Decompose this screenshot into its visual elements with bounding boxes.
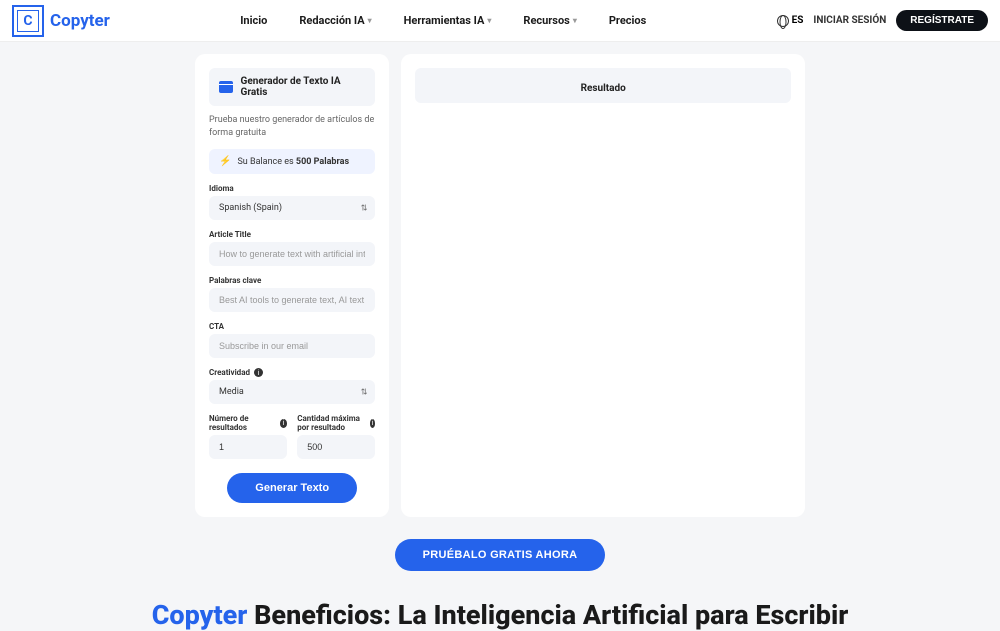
idioma-label: Idioma [209, 184, 375, 193]
info-icon[interactable]: i [280, 419, 288, 428]
main: Generador de Texto IA Gratis Prueba nues… [0, 42, 1000, 517]
results-input[interactable] [209, 435, 287, 459]
brand-name: Copyter [50, 11, 110, 31]
try-free-button[interactable]: PRUÉBALO GRATIS AHORA [395, 539, 606, 571]
max-group: Cantidad máxima por resultado i [297, 414, 375, 459]
chevron-down-icon: ▾ [487, 16, 491, 25]
results-row: Número de resultados i Cantidad máxima p… [209, 414, 375, 459]
article-title-group: Article Title [209, 230, 375, 266]
register-button[interactable]: REGÍSTRATE [896, 10, 988, 31]
logo-letter: C [17, 10, 39, 32]
benefits-heading: Copyter Beneficios: La Inteligencia Arti… [0, 599, 1000, 631]
header: C Copyter Inicio Redacción IA ▾ Herramien… [0, 0, 1000, 42]
nav-precios-label: Precios [609, 14, 646, 27]
max-label: Cantidad máxima por resultado [297, 414, 366, 432]
nav-herramientas-label: Herramientas IA [404, 14, 485, 27]
globe-icon [777, 15, 789, 27]
nav-recursos[interactable]: Recursos ▾ [523, 14, 576, 27]
generator-desc: Prueba nuestro generador de artículos de… [209, 114, 375, 139]
creativity-select[interactable]: Media [209, 380, 375, 404]
balance-text: Su Balance es 500 Palabras [237, 157, 349, 167]
nav-herramientas[interactable]: Herramientas IA▾ [404, 14, 492, 27]
nav-recursos-label: Recursos [523, 14, 569, 27]
nav-redaccion[interactable]: Redacción IA ▾ [299, 14, 371, 27]
chevron-down-icon: ▾ [368, 16, 372, 25]
article-title-input[interactable] [209, 242, 375, 266]
heading-brand: Copyter [152, 599, 248, 631]
generate-button[interactable]: Generar Texto [227, 473, 357, 503]
balance-box: ⚡ Su Balance es 500 Palabras [209, 149, 375, 174]
results-group: Número de resultados i [209, 414, 287, 459]
heading-rest: Beneficios: La Inteligencia Artificial p… [247, 599, 848, 631]
logo[interactable]: C Copyter [12, 5, 110, 37]
keywords-label: Palabras clave [209, 276, 375, 285]
nav: Inicio Redacción IA▾ Herramientas IA▾ Re… [240, 14, 646, 27]
nav-redaccion-label: Redacción IA [299, 14, 364, 27]
nav-precios[interactable]: Precios [609, 14, 646, 27]
logo-icon: C [12, 5, 44, 37]
nav-inicio-label: Inicio [240, 14, 267, 27]
keywords-input[interactable] [209, 288, 375, 312]
cta-section: PRUÉBALO GRATIS AHORA [0, 539, 1000, 571]
creativity-label: Creatividad [209, 368, 250, 377]
chevron-down-icon: ▾ [573, 16, 577, 25]
cta-group: CTA [209, 322, 375, 358]
lang-label: ES [792, 15, 804, 26]
results-label: Número de resultados [209, 414, 276, 432]
result-header: Resultado [415, 68, 791, 103]
cta-label: CTA [209, 322, 375, 331]
idioma-select[interactable]: Spanish (Spain) [209, 196, 375, 220]
generator-card: Generador de Texto IA Gratis Prueba nues… [195, 54, 389, 517]
lang-selector[interactable]: ES [777, 15, 804, 27]
generator-title: Generador de Texto IA Gratis [241, 76, 366, 98]
header-right: ES INICIAR SESIÓN REGÍSTRATE [777, 10, 988, 31]
window-icon [219, 81, 233, 93]
info-icon[interactable]: i [370, 419, 376, 428]
max-input[interactable] [297, 435, 375, 459]
info-icon[interactable]: i [254, 368, 263, 377]
result-card: Resultado [401, 54, 805, 517]
cta-input[interactable] [209, 334, 375, 358]
result-title: Resultado [581, 83, 626, 94]
nav-inicio[interactable]: Inicio [240, 14, 267, 27]
benefits-heading-section: Copyter Beneficios: La Inteligencia Arti… [0, 599, 1000, 631]
article-title-label: Article Title [209, 230, 375, 239]
creativity-group: Creatividad i Media ⇅ [209, 368, 375, 404]
bolt-icon: ⚡ [219, 156, 231, 167]
login-link[interactable]: INICIAR SESIÓN [813, 15, 886, 26]
balance-prefix: Su Balance es [237, 157, 295, 167]
idioma-group: Idioma Spanish (Spain) ⇅ [209, 184, 375, 220]
generator-header: Generador de Texto IA Gratis [209, 68, 375, 106]
balance-value: 500 Palabras [296, 157, 349, 167]
keywords-group: Palabras clave [209, 276, 375, 312]
